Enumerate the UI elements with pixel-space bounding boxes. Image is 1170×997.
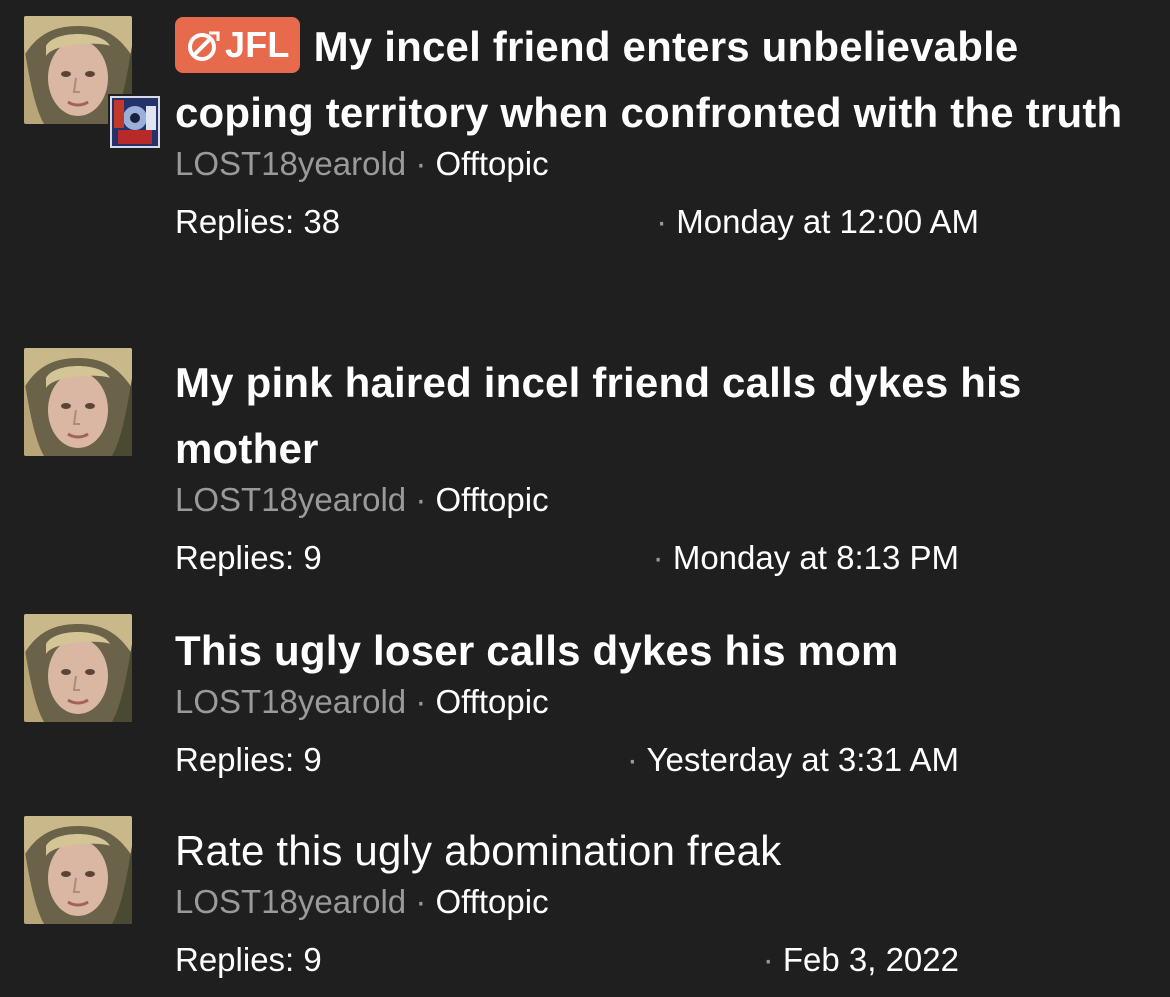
thread-author[interactable]: LOST18yearold	[175, 481, 406, 518]
last-post-date[interactable]: · Monday at 12:00 AM	[656, 200, 979, 244]
meta-separator: ·	[415, 145, 427, 182]
thread-meta: LOST18yearold · Offtopic	[175, 680, 1150, 724]
last-post-date-text[interactable]: Yesterday at 3:31 AM	[647, 741, 960, 778]
last-post-date[interactable]: · Yesterday at 3:31 AM	[627, 738, 959, 782]
date-separator: ·	[762, 941, 774, 978]
thread-prefix-badge[interactable]: JFL	[175, 17, 300, 73]
date-separator: ·	[626, 741, 638, 778]
thread-title[interactable]: Rate this ugly abomination freak	[175, 818, 1150, 884]
thread-forum[interactable]: Offtopic	[435, 481, 548, 518]
thread-item[interactable]: JFL My incel friend enters unbelievable c…	[0, 14, 1170, 334]
thread-forum[interactable]: Offtopic	[435, 145, 548, 182]
thread-title[interactable]: My pink haired incel friend calls dykes …	[175, 350, 1150, 482]
last-post-date-text[interactable]: Feb 3, 2022	[783, 941, 959, 978]
thread-list: JFL My incel friend enters unbelievable c…	[0, 0, 1170, 997]
meta-separator: ·	[415, 481, 427, 518]
thread-forum[interactable]: Offtopic	[435, 883, 548, 920]
date-separator: ·	[656, 203, 668, 240]
thread-meta: LOST18yearold · Offtopic	[175, 142, 1150, 186]
thread-stats: Replies: 38 · Monday at 12:00 AM	[175, 200, 1150, 244]
thread-stats: Replies: 9 · Monday at 8:13 PM	[175, 536, 1150, 580]
last-post-date[interactable]: · Feb 3, 2022	[763, 938, 959, 982]
meta-separator: ·	[415, 883, 427, 920]
reply-count: Replies: 9	[175, 741, 322, 778]
last-post-date-text[interactable]: Monday at 8:13 PM	[673, 539, 959, 576]
thread-meta: LOST18yearold · Offtopic	[175, 880, 1150, 924]
thread-forum[interactable]: Offtopic	[435, 683, 548, 720]
author-avatar[interactable]	[24, 614, 132, 722]
thread-item[interactable]: My pink haired incel friend calls dykes …	[0, 348, 1170, 588]
thread-stats: Replies: 9 · Feb 3, 2022	[175, 938, 1150, 982]
thread-item[interactable]: This ugly loser calls dykes his mom LOST…	[0, 614, 1170, 794]
reply-count: Replies: 38	[175, 203, 341, 240]
no-symbol-icon	[188, 31, 220, 61]
last-poster-avatar[interactable]	[108, 94, 162, 150]
thread-stats: Replies: 9 · Yesterday at 3:31 AM	[175, 738, 1150, 782]
thread-meta: LOST18yearold · Offtopic	[175, 478, 1150, 522]
thread-author[interactable]: LOST18yearold	[175, 145, 406, 182]
reply-count: Replies: 9	[175, 539, 322, 576]
thread-title[interactable]: JFL My incel friend enters unbelievable c…	[175, 14, 1150, 146]
meta-separator: ·	[415, 683, 427, 720]
author-avatar[interactable]	[24, 816, 132, 924]
thread-item[interactable]: Rate this ugly abomination freak LOST18y…	[0, 816, 1170, 996]
thread-author[interactable]: LOST18yearold	[175, 683, 406, 720]
author-avatar[interactable]	[24, 348, 132, 456]
thread-title[interactable]: This ugly loser calls dykes his mom	[175, 618, 1150, 684]
last-post-date-text[interactable]: Monday at 12:00 AM	[676, 203, 979, 240]
thread-title-text[interactable]: My incel friend enters unbelievable copi…	[175, 23, 1122, 136]
thread-author[interactable]: LOST18yearold	[175, 883, 406, 920]
reply-count: Replies: 9	[175, 941, 322, 978]
last-post-date[interactable]: · Monday at 8:13 PM	[653, 536, 959, 580]
date-separator: ·	[652, 539, 664, 576]
prefix-label: JFL	[225, 24, 290, 65]
